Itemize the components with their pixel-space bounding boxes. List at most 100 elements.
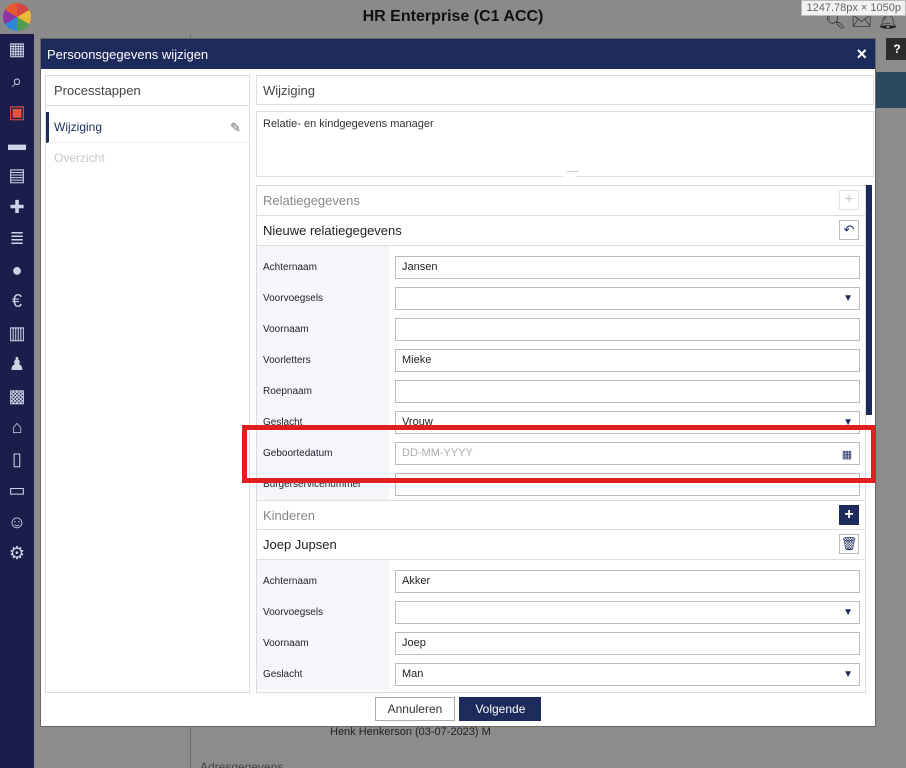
medical-icon[interactable]: ✚ (0, 192, 34, 224)
sidebar: ▦ ⌕ ▣ ▬ ▤ ✚ ≣ ● € ▥ ♟ ▩ ⌂ ▯ ▭ ☺ ⚙ (0, 34, 34, 768)
field-label: Voornaam (257, 314, 389, 345)
field-voorletters: Voorletters Mieke (257, 345, 865, 376)
calendar-icon[interactable]: ▦ (839, 445, 855, 461)
person-icon[interactable]: ♟ (0, 349, 34, 381)
change-panel: Wijziging Relatie- en kindgegevens manag… (256, 75, 874, 177)
step-label: Overzicht (54, 151, 105, 165)
new-relation-title: Nieuwe relatiegegevens (263, 223, 402, 238)
cancel-button[interactable]: Annuleren (374, 697, 456, 721)
child-voorvoegsels-select[interactable]: ▼ (395, 601, 860, 624)
new-relation-header: Nieuwe relatiegegevens ↶ (257, 216, 865, 246)
field-label: Roepnaam (257, 376, 389, 407)
geslacht-select[interactable]: Vrouw ▼ (395, 411, 860, 434)
document-list-icon[interactable]: ▭ (0, 475, 34, 507)
achternaam-input[interactable]: Jansen (395, 256, 860, 279)
background-row-text: Henk Henkerson (03-07-2023) M (330, 726, 491, 738)
child-field-geslacht: Geslacht Man ▼ (257, 659, 865, 690)
step-wijziging[interactable]: Wijziging ✎ (46, 112, 249, 143)
burgerservicenummer-input[interactable] (395, 473, 860, 496)
edit-person-modal: Persoonsgegevens wijzigen × Processtappe… (40, 38, 876, 727)
child-name: Joep Jupsen (263, 537, 337, 552)
app-title: HR Enterprise (C1 ACC) (362, 8, 544, 25)
background-header-block (876, 72, 906, 108)
field-label: Geslacht (257, 407, 389, 438)
child-field-voornaam: Voornaam Joep (257, 628, 865, 659)
child-field-achternaam: Achternaam Akker (257, 566, 865, 597)
chevron-down-icon: ▼ (843, 417, 853, 428)
field-label: Achternaam (257, 566, 389, 597)
field-label: Voorletters (257, 345, 389, 376)
chevron-down-icon: ▼ (843, 293, 853, 304)
child-field-voorvoegsels: Voorvoegsels ▼ (257, 597, 865, 628)
voornaam-input[interactable] (395, 318, 860, 341)
report-icon[interactable]: ≣ (0, 223, 34, 255)
child-geslacht-select[interactable]: Man ▼ (395, 663, 860, 686)
euro-icon[interactable]: € (0, 286, 34, 318)
chevron-down-icon: ▼ (843, 607, 853, 618)
roepnaam-input[interactable] (395, 380, 860, 403)
children-section-header: Kinderen + (257, 500, 865, 530)
field-label: Burgerservicenummer (257, 469, 389, 500)
change-title: Wijziging (256, 75, 874, 105)
form-area: Relatiegegevens + Nieuwe relatiegegevens… (256, 185, 866, 693)
child-header: Joep Jupsen 🗑︎ (257, 530, 865, 560)
search-icon[interactable]: ⌕ (0, 66, 34, 98)
add-child-button[interactable]: + (839, 505, 859, 525)
gear-icon[interactable]: ⚙ (0, 538, 34, 570)
chevron-down-icon: ▼ (843, 669, 853, 680)
undo-icon[interactable]: ↶ (839, 220, 859, 240)
dashboard-icon[interactable]: ▦ (0, 34, 34, 66)
field-label: Geboortedatum (257, 438, 389, 469)
change-description: Relatie- en kindgegevens manager (256, 111, 874, 177)
money-bag-icon[interactable]: ● (0, 255, 34, 287)
badge-icon[interactable]: ▩ (0, 381, 34, 413)
schedule-icon[interactable]: ▥ (0, 318, 34, 350)
field-label: Voorvoegsels (257, 597, 389, 628)
relation-section-title: Relatiegegevens (263, 193, 360, 208)
id-card-icon[interactable]: ▣ (0, 97, 34, 129)
form-scrollbar[interactable] (866, 185, 872, 415)
document-icon[interactable]: ▯ (0, 444, 34, 476)
help-button[interactable]: ? (886, 38, 906, 60)
trash-icon[interactable]: 🗑︎ (839, 534, 859, 554)
geboortedatum-input[interactable]: DD-MM-YYYY ▦ (395, 442, 860, 465)
voorletters-input[interactable]: Mieke (395, 349, 860, 372)
child-voornaam-input[interactable]: Joep (395, 632, 860, 655)
bank-icon[interactable]: ⌂ (0, 412, 34, 444)
field-voorvoegsels: Voorvoegsels ▼ (257, 283, 865, 314)
background-section-text: Adresgegevens (200, 760, 284, 768)
children-section-title: Kinderen (263, 508, 316, 523)
field-roepnaam: Roepnaam (257, 376, 865, 407)
field-achternaam: Achternaam Jansen (257, 252, 865, 283)
modal-footer: Annuleren Volgende (41, 692, 875, 726)
voorvoegsels-select[interactable]: ▼ (395, 287, 860, 310)
handshake-icon[interactable]: ☺ (0, 507, 34, 539)
step-overzicht: Overzicht (46, 143, 249, 174)
calendar-icon[interactable]: ▤ (0, 160, 34, 192)
process-steps-header: Processtappen (46, 76, 249, 106)
select-value: Vrouw (402, 416, 433, 428)
top-bar: HR Enterprise (C1 ACC) 🔍︎✉︎🔔︎ 1247.78px … (0, 0, 906, 34)
step-label: Wijziging (54, 120, 103, 134)
relation-section-header: Relatiegegevens + (257, 186, 865, 216)
date-placeholder: DD-MM-YYYY (402, 447, 473, 459)
child-achternaam-input[interactable]: Akker (395, 570, 860, 593)
close-icon[interactable]: × (856, 44, 867, 65)
field-label: Voornaam (257, 628, 389, 659)
select-value: Man (402, 668, 424, 680)
field-burgerservicenummer: Burgerservicenummer (257, 469, 865, 500)
add-relation-button: + (839, 190, 859, 210)
process-steps-panel: Processtappen Wijziging ✎ Overzicht (45, 75, 250, 693)
field-geslacht: Geslacht Vrouw ▼ (257, 407, 865, 438)
dimensions-label: 1247.78px × 1050p (801, 0, 906, 16)
modal-header: Persoonsgegevens wijzigen × (41, 39, 875, 69)
description-text: Relatie- en kindgegevens manager (263, 118, 434, 130)
field-voornaam: Voornaam (257, 314, 865, 345)
description-notch (563, 171, 579, 177)
field-label: Geslacht (257, 659, 389, 690)
pencil-icon: ✎ (230, 120, 241, 135)
folder-icon[interactable]: ▬ (0, 129, 34, 161)
next-button[interactable]: Volgende (459, 697, 542, 721)
field-label: Achternaam (257, 252, 389, 283)
modal-title: Persoonsgegevens wijzigen (47, 46, 209, 62)
